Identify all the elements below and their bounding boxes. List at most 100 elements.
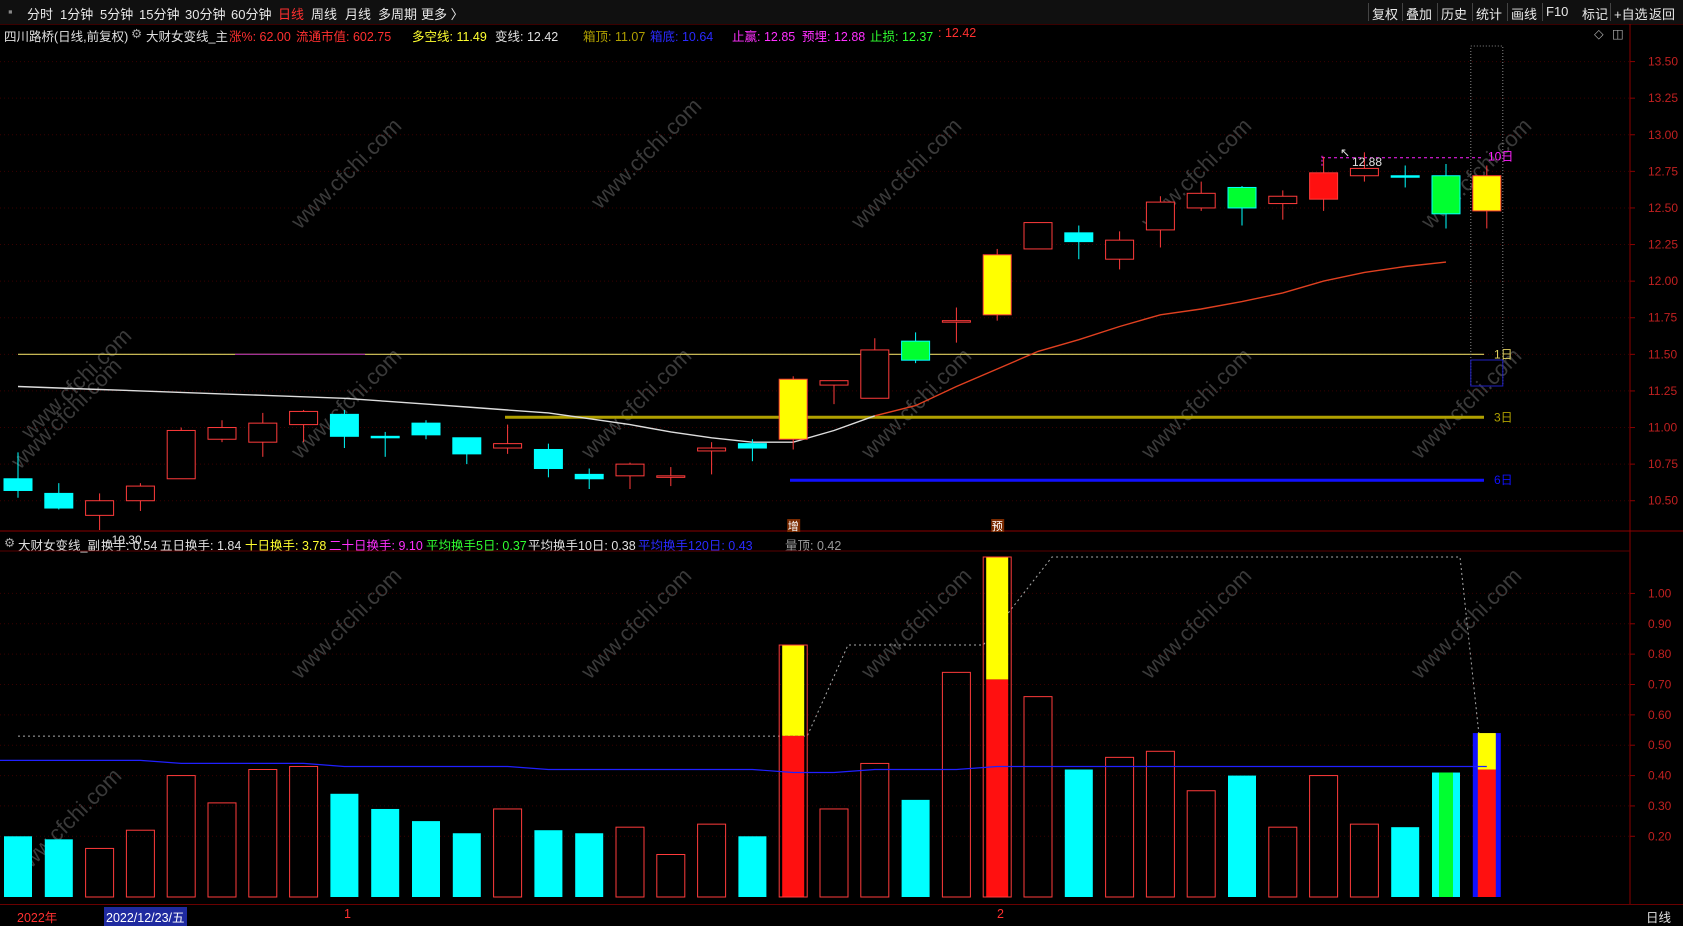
- turnover-bar: [371, 808, 400, 897]
- candle-body: [737, 443, 767, 449]
- turnover-bar: [860, 762, 890, 898]
- y-tick-main-4: 12.50: [1648, 201, 1678, 215]
- candle-body: [493, 443, 523, 449]
- y-tick-main-3: 12.75: [1648, 164, 1678, 178]
- candle-body: [533, 448, 563, 470]
- day10-label: 10日: [1488, 150, 1513, 164]
- candle-body: [656, 475, 686, 478]
- status-period[interactable]: 日线: [1646, 907, 1671, 926]
- turnover-bar: [1105, 756, 1135, 898]
- duokong-line-up: [874, 261, 1447, 417]
- turnover-bar-red: [782, 735, 805, 897]
- y-tick-main-11: 10.75: [1648, 457, 1678, 471]
- watermark-15: www.cfchi.com: [855, 563, 976, 684]
- status-month-1: 1: [344, 907, 351, 921]
- watermark-8: www.cfchi.com: [575, 343, 696, 464]
- candle-body: [411, 422, 441, 436]
- candle-body: [85, 500, 115, 516]
- y-tick-main-10: 11.00: [1648, 421, 1677, 435]
- avg120-line: [0, 759, 1487, 774]
- candle-body: [860, 349, 890, 399]
- candle-body: [778, 378, 808, 440]
- status-year: 2022年: [17, 911, 58, 925]
- turnover-bar-yellow: [986, 557, 1009, 680]
- candle-body: [697, 447, 727, 452]
- candle-body: [248, 422, 278, 443]
- candle-body: [615, 463, 645, 477]
- turnover-bar: [289, 765, 319, 898]
- y-tick-main-2: 13.00: [1648, 128, 1678, 142]
- candle-body: [1064, 232, 1094, 243]
- y-tick-sub-6: 0.40: [1648, 769, 1672, 783]
- watermark-6: www.cfchi.com: [15, 323, 136, 444]
- watermark-7: www.cfchi.com: [285, 343, 406, 464]
- turnover-bar: [819, 808, 849, 898]
- candle-body: [819, 380, 849, 386]
- turnover-bar-red: [1477, 769, 1496, 897]
- zeng-mark: 增: [788, 519, 799, 533]
- y-tick-sub-7: 0.30: [1648, 799, 1672, 813]
- y-tick-main-7: 11.75: [1648, 311, 1677, 325]
- candle-body: [1105, 239, 1135, 260]
- watermark-0: www.cfchi.com: [5, 353, 126, 474]
- turnover-bar: [1064, 769, 1093, 897]
- status-date: 2022/12/23/五: [104, 907, 187, 926]
- y-tick-main-1: 13.25: [1648, 91, 1678, 105]
- y-tick-main-5: 12.25: [1648, 238, 1678, 252]
- turnover-bar: [1391, 827, 1420, 897]
- candle-body: [1431, 175, 1461, 215]
- yu-mark: 预: [992, 520, 1003, 533]
- y-tick-sub-1: 0.90: [1648, 617, 1672, 631]
- turnover-bar: [575, 833, 604, 897]
- turnover-bar: [166, 775, 196, 898]
- turnover-bar: [1228, 775, 1256, 897]
- candle-body: [289, 410, 319, 426]
- y-tick-main-8: 11.50: [1648, 347, 1677, 361]
- turnover-bar: [656, 854, 686, 898]
- candle-body: [166, 429, 196, 480]
- watermark-2: www.cfchi.com: [585, 93, 706, 214]
- watermark-5: www.cfchi.com: [1415, 113, 1536, 234]
- turnover-bar: [493, 808, 523, 898]
- watermark-3: www.cfchi.com: [845, 113, 966, 234]
- turnover-bar: [125, 829, 155, 898]
- candle-body: [574, 473, 604, 480]
- y-tick-main-9: 11.25: [1648, 384, 1677, 398]
- candle-body: [329, 413, 359, 437]
- kline-chart[interactable]: www.cfchi.comwww.cfchi.com www.cfchi.com w…: [0, 0, 1683, 922]
- turnover-bar: [412, 821, 440, 897]
- watermark-1: www.cfchi.com: [285, 113, 406, 234]
- candle-body: [1227, 186, 1257, 209]
- turnover-bar: [1145, 750, 1175, 898]
- turnover-bar-red: [986, 679, 1009, 897]
- turnover-bar: [615, 826, 645, 898]
- candle-body: [982, 254, 1012, 316]
- candle-body: [125, 485, 155, 502]
- y-tick-sub-2: 0.80: [1648, 647, 1672, 661]
- candle-body: [1186, 192, 1216, 209]
- turnover-bar-yellow: [1477, 733, 1496, 770]
- high-price-label: 12.88: [1352, 155, 1382, 169]
- turnover-bar: [738, 836, 767, 897]
- candle-body: [370, 435, 400, 439]
- day6-label: 6日: [1494, 473, 1513, 487]
- turnover-bar: [1023, 696, 1053, 898]
- turnover-bar: [1186, 790, 1216, 898]
- turnover-bar: [44, 839, 73, 897]
- day3-label: 3日: [1494, 410, 1513, 424]
- y-tick-sub-5: 0.50: [1648, 738, 1672, 752]
- turnover-bar: [4, 836, 32, 897]
- turnover-bar: [697, 823, 727, 898]
- candle-body: [1145, 201, 1175, 231]
- turnover-bar: [901, 799, 930, 897]
- y-tick-sub-3: 0.70: [1648, 678, 1672, 692]
- y-tick-main-6: 12.00: [1648, 274, 1678, 288]
- candle-body: [1268, 195, 1298, 205]
- turnover-bar: [452, 833, 481, 897]
- high-arrow: ↖: [1340, 145, 1350, 159]
- y-tick-main-0: 13.50: [1648, 55, 1678, 69]
- volume-top-trail: [18, 556, 1480, 737]
- candle-body: [1390, 175, 1420, 178]
- y-tick-sub-8: 0.20: [1648, 829, 1672, 843]
- day1-label: 1日: [1494, 347, 1513, 361]
